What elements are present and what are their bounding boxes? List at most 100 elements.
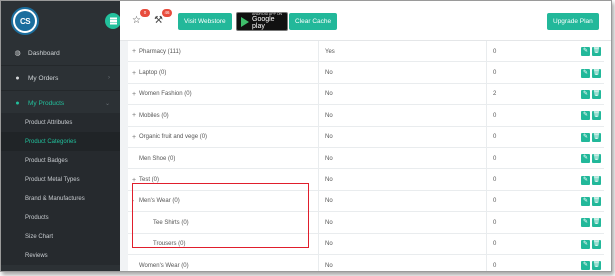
category-name[interactable]: Women Fashion (0) — [139, 91, 192, 97]
category-name[interactable]: Women's Wear (0) — [139, 263, 189, 269]
edit-icon[interactable]: ✎ — [581, 132, 590, 142]
edit-icon[interactable]: ✎ — [581, 175, 590, 185]
delete-icon[interactable]: 🗑 — [592, 111, 601, 121]
status-cell: No — [319, 105, 487, 127]
sidebar-subitem-size-chart[interactable]: Size Chart — [1, 227, 120, 246]
hammer-icon[interactable]: ⚒ 46 — [154, 9, 172, 26]
user-icon: ● — [15, 99, 20, 107]
sidebar-item-label: My Products — [28, 99, 65, 107]
count-cell: 0 — [487, 234, 579, 255]
google-play-badge[interactable]: ANDROID APP ON Google play — [236, 12, 288, 31]
sidebar-item-dashboard[interactable]: ◍ Dashboard — [1, 41, 120, 66]
edit-icon[interactable]: ✎ — [581, 154, 590, 164]
upgrade-plan-button[interactable]: Upgrade Plan — [547, 13, 599, 30]
expand-toggle[interactable]: + — [132, 112, 139, 119]
count-value: 0 — [493, 241, 497, 248]
user-icon: ● — [15, 74, 20, 82]
delete-icon[interactable]: 🗑 — [592, 154, 601, 164]
sidebar-subitem-reviews[interactable]: Reviews — [1, 246, 120, 265]
chevron-right-icon: › — [108, 75, 110, 81]
status-cell: No — [319, 233, 487, 255]
status-value: Yes — [325, 48, 335, 55]
delete-icon[interactable]: 🗑 — [592, 218, 601, 228]
count-cell: 0 — [487, 191, 579, 212]
status-cell: No — [319, 148, 487, 170]
delete-icon[interactable]: 🗑 — [592, 196, 601, 206]
category-name[interactable]: Pharmacy (111) — [139, 49, 181, 55]
table-row: + Laptop (0) No 0 ✎ 🗑 — [128, 62, 604, 84]
dashboard-icon: ◍ — [14, 50, 21, 57]
google-play-big-text: Google play — [252, 16, 275, 31]
status-cell: Yes — [319, 41, 487, 63]
category-name[interactable]: Mobiles (0) — [139, 113, 169, 119]
edit-icon[interactable]: ✎ — [581, 239, 590, 249]
actions-cell: ✎ 🗑 — [579, 127, 604, 148]
app-window: CS ◍ Dashboard ● My Orders › ● My Produc… — [0, 0, 612, 272]
menu-toggle-button[interactable] — [105, 13, 121, 29]
status-value: No — [325, 262, 333, 269]
chevron-down-icon: ⌄ — [104, 100, 110, 107]
count-cell: 0 — [487, 127, 579, 148]
sidebar-subitem-product-categories[interactable]: Product Categories — [1, 132, 120, 151]
edit-icon[interactable]: ✎ — [581, 89, 590, 99]
table-row: Men Shoe (0) No 0 ✎ 🗑 — [128, 148, 604, 170]
category-name[interactable]: Laptop (0) — [139, 70, 166, 76]
sidebar-subitem-product-badges[interactable]: Product Badges — [1, 151, 120, 170]
category-name-cell: + Organic fruit and vege (0) — [128, 126, 319, 148]
hamburger-icon — [109, 20, 117, 22]
clear-cache-button[interactable]: Clear Cache — [289, 13, 338, 30]
category-name-cell: + Laptop (0) — [128, 62, 319, 84]
delete-icon[interactable]: 🗑 — [592, 89, 601, 99]
sidebar-item-my-orders[interactable]: ● My Orders › — [1, 66, 120, 91]
edit-icon[interactable]: ✎ — [581, 261, 590, 271]
table-row: + Women Fashion (0) No 2 ✎ 🗑 — [128, 83, 604, 106]
expand-toggle[interactable]: + — [132, 48, 139, 55]
sidebar: CS ◍ Dashboard ● My Orders › ● My Produc… — [1, 1, 121, 271]
edit-icon[interactable]: ✎ — [581, 196, 590, 206]
category-name-cell: Women's Wear (0) — [128, 255, 319, 271]
actions-cell: ✎ 🗑 — [579, 41, 604, 62]
visit-webstore-button[interactable]: Visit Webstore — [178, 13, 232, 30]
count-value: 0 — [493, 70, 497, 77]
delete-icon[interactable]: 🗑 — [592, 261, 601, 271]
expand-toggle[interactable]: + — [132, 70, 139, 77]
actions-cell: ✎ 🗑 — [579, 212, 604, 233]
table-row: + Pharmacy (111) Yes 0 ✎ 🗑 — [128, 41, 604, 63]
edit-icon[interactable]: ✎ — [581, 68, 590, 78]
delete-icon[interactable]: 🗑 — [592, 47, 601, 57]
star-icon[interactable]: ☆ 0 — [132, 9, 150, 26]
table-row: + Mobiles (0) No 0 ✎ 🗑 — [128, 105, 604, 127]
count-cell: 0 — [487, 62, 579, 83]
table-row: + Organic fruit and vege (0) No 0 ✎ 🗑 — [128, 126, 604, 148]
sidebar-subitem-products[interactable]: Products — [1, 208, 120, 227]
expand-toggle[interactable]: + — [132, 134, 139, 141]
status-value: No — [325, 198, 333, 205]
actions-cell: ✎ 🗑 — [579, 255, 604, 271]
expand-toggle[interactable]: + — [132, 91, 139, 98]
delete-icon[interactable]: 🗑 — [592, 239, 601, 249]
sidebar-subitem-product-attributes[interactable]: Product Attributes — [1, 113, 120, 132]
logo-area: CS — [1, 1, 121, 41]
category-name[interactable]: Men Shoe (0) — [139, 156, 175, 162]
google-play-icon — [241, 16, 249, 27]
table-row: Women's Wear (0) No 0 ✎ 🗑 — [128, 255, 604, 271]
delete-icon[interactable]: 🗑 — [592, 68, 601, 78]
sidebar-subitem-product-metal-types[interactable]: Product Metal Types — [1, 170, 120, 189]
edit-icon[interactable]: ✎ — [581, 111, 590, 121]
delete-icon[interactable]: 🗑 — [592, 132, 601, 142]
edit-icon[interactable]: ✎ — [581, 47, 590, 57]
status-value: No — [325, 241, 333, 248]
count-cell: 2 — [487, 84, 579, 105]
star-badge: 0 — [139, 9, 150, 17]
category-name[interactable]: Organic fruit and vege (0) — [139, 134, 207, 140]
status-value: No — [325, 219, 333, 226]
actions-cell: ✎ 🗑 — [579, 169, 604, 190]
count-cell: 0 — [487, 41, 579, 62]
delete-icon[interactable]: 🗑 — [592, 175, 601, 185]
actions-cell: ✎ 🗑 — [579, 191, 604, 212]
sidebar-subitem-brand-manufactures[interactable]: Brand & Manufactures — [1, 189, 120, 208]
logo[interactable]: CS — [11, 7, 39, 35]
count-value: 0 — [493, 48, 497, 55]
actions-cell: ✎ 🗑 — [579, 62, 604, 83]
edit-icon[interactable]: ✎ — [581, 218, 590, 228]
